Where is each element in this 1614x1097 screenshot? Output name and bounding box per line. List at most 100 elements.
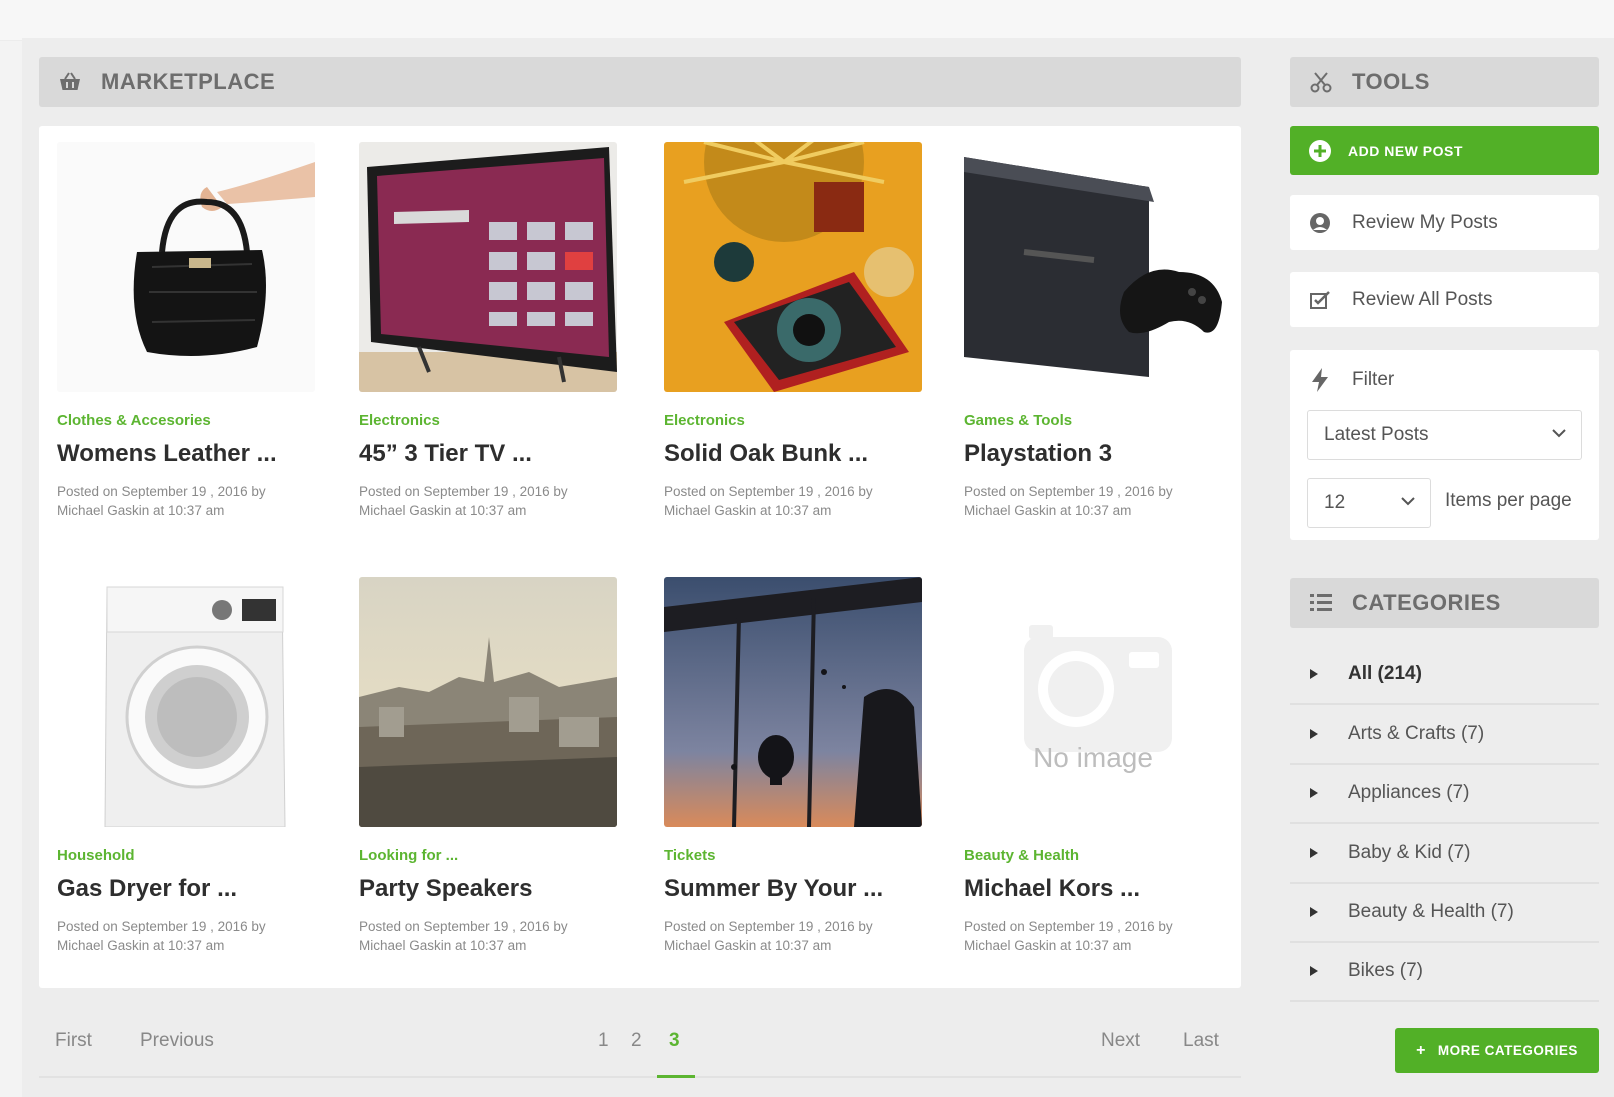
post-title[interactable]: Solid Oak Bunk ... <box>664 440 922 468</box>
post-title[interactable]: Womens Leather ... <box>57 440 315 468</box>
post-meta: Posted on September 19 , 2016 by Michael… <box>964 919 1173 953</box>
post-card[interactable]: Tickets Summer By Your ... Posted on Sep… <box>664 577 922 955</box>
post-category[interactable]: Household <box>57 847 315 867</box>
review-my-posts-button[interactable]: Review My Posts <box>1290 195 1599 250</box>
post-image-washer[interactable] <box>57 577 315 827</box>
post-card[interactable]: Electronics 45” 3 Tier TV ... Posted on … <box>359 142 617 520</box>
no-image-label: No image <box>1033 742 1153 773</box>
review-all-posts-label: Review All Posts <box>1352 288 1493 310</box>
category-label: Baby & Kid (7) <box>1348 842 1471 863</box>
filter-panel: Filter Latest Posts 12 Items per page <box>1290 350 1599 540</box>
post-title[interactable]: Summer By Your ... <box>664 875 922 903</box>
post-title[interactable]: Gas Dryer for ... <box>57 875 315 903</box>
caret-right-icon <box>1310 729 1318 739</box>
caret-right-icon <box>1310 669 1318 679</box>
category-item-all[interactable]: All (214) <box>1290 645 1599 705</box>
category-label: All (214) <box>1348 663 1422 684</box>
pagination-first[interactable]: First <box>55 1030 92 1052</box>
post-meta: Posted on September 19 , 2016 by Michael… <box>57 919 266 953</box>
post-card[interactable]: No image Beauty & Health Michael Kors ..… <box>964 577 1222 955</box>
list-icon <box>1308 590 1334 616</box>
chevron-down-icon <box>1400 493 1416 515</box>
post-image-placeholder[interactable]: No image <box>964 577 1222 827</box>
add-new-post-label: ADD NEW POST <box>1348 142 1463 159</box>
pagination-page-3-current[interactable]: 3 <box>669 1030 680 1052</box>
caret-right-icon <box>1310 788 1318 798</box>
basket-icon <box>57 69 83 95</box>
pagination-page-2[interactable]: 2 <box>631 1030 642 1052</box>
pagination-last[interactable]: Last <box>1183 1030 1219 1052</box>
filter-label: Filter <box>1352 369 1395 390</box>
pagination-divider <box>39 1076 1241 1078</box>
post-title[interactable]: Playstation 3 <box>964 440 1222 468</box>
post-card[interactable]: Games & Tools Playstation 3 Posted on Se… <box>964 142 1222 520</box>
caret-right-icon <box>1310 966 1318 976</box>
pagination: First Previous 1 2 3 Next Last <box>39 1030 1241 1078</box>
post-image-balloons[interactable] <box>664 577 922 827</box>
caret-right-icon <box>1310 907 1318 917</box>
lightning-icon <box>1308 368 1332 392</box>
filter-select[interactable]: Latest Posts <box>1307 410 1582 460</box>
post-title[interactable]: 45” 3 Tier TV ... <box>359 440 617 468</box>
more-categories-button[interactable]: + MORE CATEGORIES <box>1395 1028 1599 1073</box>
post-meta: Posted on September 19 , 2016 by Michael… <box>964 484 1173 518</box>
tools-title: TOOLS <box>1352 69 1430 94</box>
categories-title: CATEGORIES <box>1352 590 1501 615</box>
post-card[interactable]: Household Gas Dryer for ... Posted on Se… <box>57 577 315 955</box>
pagination-previous[interactable]: Previous <box>140 1030 214 1052</box>
review-all-posts-button[interactable]: Review All Posts <box>1290 272 1599 327</box>
posts-grid: Clothes & Accesories Womens Leather ... … <box>39 126 1241 988</box>
pagination-active-indicator <box>657 1075 695 1078</box>
post-image-vintage-camera[interactable] <box>664 142 922 392</box>
post-title[interactable]: Party Speakers <box>359 875 617 903</box>
plus-circle-icon <box>1308 139 1332 163</box>
category-label: Appliances (7) <box>1348 782 1470 803</box>
post-meta: Posted on September 19 , 2016 by Michael… <box>664 919 873 953</box>
post-image-tv[interactable] <box>359 142 617 392</box>
category-item-baby-kid[interactable]: Baby & Kid (7) <box>1290 824 1599 884</box>
marketplace-title: MARKETPLACE <box>101 69 276 94</box>
marketplace-header: MARKETPLACE <box>39 57 1241 107</box>
post-image-city[interactable] <box>359 577 617 827</box>
category-label: Beauty & Health (7) <box>1348 901 1514 922</box>
more-categories-label: MORE CATEGORIES <box>1437 1043 1578 1058</box>
camera-icon <box>1024 625 1172 752</box>
plus-icon: + <box>1416 1041 1426 1059</box>
page-top-background <box>0 0 1614 41</box>
category-item-appliances[interactable]: Appliances (7) <box>1290 764 1599 824</box>
post-card[interactable]: Electronics Solid Oak Bunk ... Posted on… <box>664 142 922 520</box>
user-circle-icon <box>1308 212 1332 234</box>
post-title[interactable]: Michael Kors ... <box>964 875 1222 903</box>
category-item-bikes[interactable]: Bikes (7) <box>1290 942 1599 1002</box>
pagination-next[interactable]: Next <box>1101 1030 1140 1052</box>
post-meta: Posted on September 19 , 2016 by Michael… <box>57 484 266 518</box>
category-item-arts-crafts[interactable]: Arts & Crafts (7) <box>1290 705 1599 765</box>
post-category[interactable]: Electronics <box>359 412 617 432</box>
post-category[interactable]: Games & Tools <box>964 412 1222 432</box>
post-meta: Posted on September 19 , 2016 by Michael… <box>359 484 568 518</box>
post-category[interactable]: Beauty & Health <box>964 847 1222 867</box>
edit-check-icon <box>1308 289 1332 311</box>
category-label: Bikes (7) <box>1348 960 1423 981</box>
post-card[interactable]: Clothes & Accesories Womens Leather ... … <box>57 142 315 520</box>
category-item-beauty-health[interactable]: Beauty & Health (7) <box>1290 883 1599 943</box>
post-category[interactable]: Electronics <box>664 412 922 432</box>
items-per-page-select[interactable]: 12 <box>1307 478 1431 528</box>
post-image-handbag[interactable] <box>57 142 315 392</box>
post-meta: Posted on September 19 , 2016 by Michael… <box>359 919 568 953</box>
post-card[interactable]: Looking for ... Party Speakers Posted on… <box>359 577 617 955</box>
category-label: Arts & Crafts (7) <box>1348 723 1485 744</box>
pagination-page-1[interactable]: 1 <box>598 1030 609 1052</box>
caret-right-icon <box>1310 848 1318 858</box>
items-per-page-label: Items per page <box>1445 490 1572 511</box>
scissors-icon <box>1308 69 1334 95</box>
post-category[interactable]: Clothes & Accesories <box>57 412 315 432</box>
tools-header: TOOLS <box>1290 57 1599 107</box>
items-per-page-value: 12 <box>1324 492 1346 513</box>
add-new-post-button[interactable]: ADD NEW POST <box>1290 126 1599 175</box>
review-my-posts-label: Review My Posts <box>1352 211 1498 233</box>
post-category[interactable]: Looking for ... <box>359 847 617 867</box>
post-image-playstation[interactable] <box>964 142 1222 392</box>
post-meta: Posted on September 19 , 2016 by Michael… <box>664 484 873 518</box>
post-category[interactable]: Tickets <box>664 847 922 867</box>
